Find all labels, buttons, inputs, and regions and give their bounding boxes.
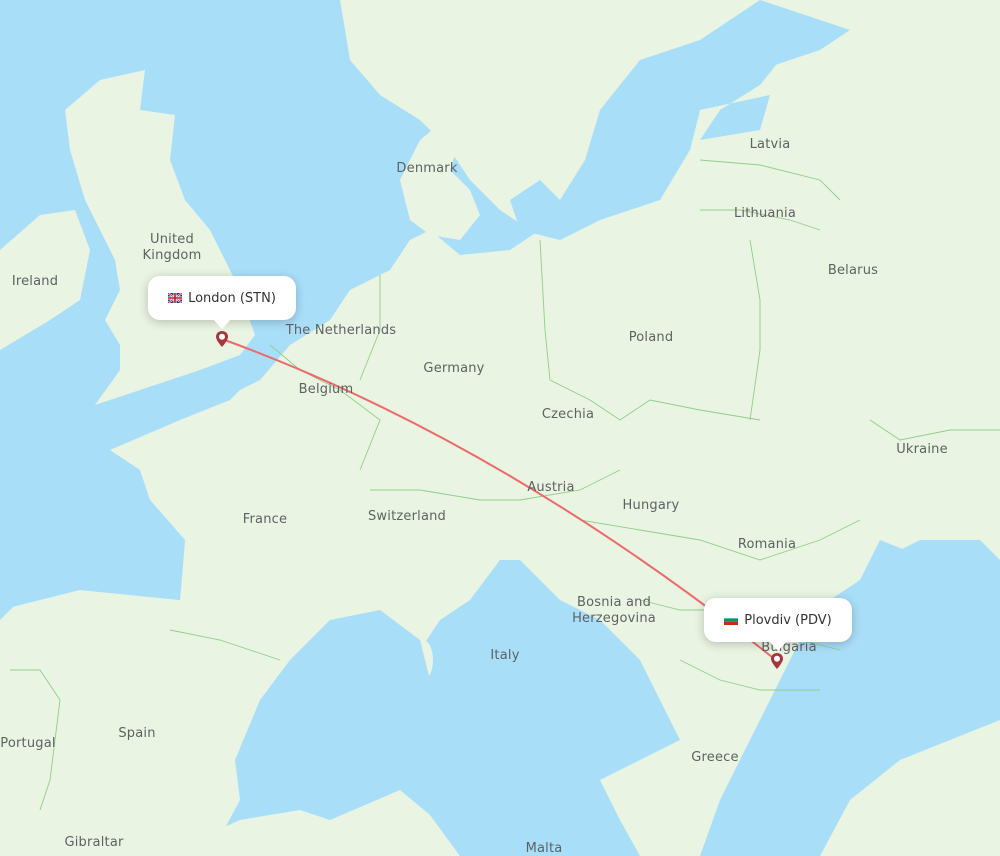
uk-flag-icon (168, 293, 183, 303)
origin-airport-callout[interactable]: London (STN) (148, 276, 296, 329)
country-label-germany: Germany (423, 361, 485, 376)
destination-airport-callout[interactable]: Plovdiv (PDV) (704, 598, 852, 651)
bulgaria-flag-icon (724, 615, 739, 625)
country-label-lithuania: Lithuania (733, 206, 797, 221)
country-label-malta: Malta (525, 841, 563, 856)
country-label-portugal: Portugal (0, 736, 56, 751)
destination-map-pin-icon[interactable] (770, 652, 784, 670)
country-label-denmark: Denmark (396, 161, 458, 176)
flight-route-map[interactable]: Ireland United Kingdom Denmark The Nethe… (0, 0, 1000, 856)
origin-airport-label: London (STN) (188, 290, 276, 306)
country-label-spain: Spain (118, 726, 156, 741)
country-label-bosnia: Bosnia and Herzegovina (572, 595, 656, 626)
country-label-united-kingdom: United Kingdom (142, 232, 202, 263)
country-label-the-netherlands: The Netherlands (285, 323, 397, 338)
country-label-hungary: Hungary (622, 498, 680, 513)
country-label-austria: Austria (527, 480, 575, 495)
country-label-switzerland: Switzerland (367, 509, 447, 524)
destination-airport-label: Plovdiv (PDV) (744, 612, 832, 628)
country-label-poland: Poland (628, 330, 674, 345)
country-label-belarus: Belarus (827, 263, 879, 278)
country-label-czechia: Czechia (541, 407, 595, 422)
country-label-gibraltar: Gibraltar (64, 835, 124, 850)
country-label-ukraine: Ukraine (896, 442, 948, 457)
origin-map-pin-icon[interactable] (215, 330, 229, 348)
country-label-belgium: Belgium (298, 382, 354, 397)
country-label-romania: Romania (737, 537, 797, 552)
country-label-greece: Greece (691, 750, 739, 765)
country-label-france: France (242, 512, 288, 527)
country-label-ireland: Ireland (11, 274, 59, 289)
country-label-latvia: Latvia (749, 137, 791, 152)
country-label-italy: Italy (490, 648, 520, 663)
